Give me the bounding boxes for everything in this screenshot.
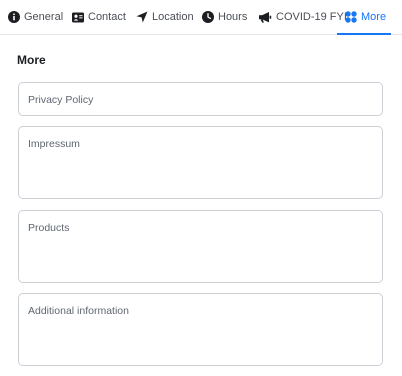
tab-bar: General Contact Location Hours COVID-19 … <box>0 0 402 35</box>
contact-card-icon <box>72 12 84 23</box>
privacy-policy-placeholder: Privacy Policy <box>28 94 94 106</box>
products-field[interactable]: Products <box>18 210 383 283</box>
tab-location[interactable]: Location <box>136 0 194 34</box>
impressum-placeholder: Impressum <box>28 138 80 150</box>
clock-icon <box>202 11 214 23</box>
section-title: More <box>17 53 46 67</box>
megaphone-icon <box>259 11 272 23</box>
additional-information-placeholder: Additional information <box>28 305 129 317</box>
tab-general[interactable]: General <box>8 0 63 34</box>
tab-hours[interactable]: Hours <box>202 0 247 34</box>
impressum-field[interactable]: Impressum <box>18 126 383 199</box>
tab-general-label: General <box>24 11 64 23</box>
tab-covid[interactable]: COVID-19 FYI <box>259 0 347 34</box>
privacy-policy-field[interactable]: Privacy Policy <box>18 82 383 116</box>
tab-more[interactable]: More <box>337 0 391 35</box>
grid-dots-icon <box>345 11 357 23</box>
info-icon <box>8 11 20 23</box>
tab-hours-label: Hours <box>218 11 248 23</box>
products-placeholder: Products <box>28 222 70 234</box>
tab-location-label: Location <box>152 11 194 23</box>
tab-more-label: More <box>361 11 387 23</box>
active-tab-indicator <box>337 33 391 35</box>
additional-information-field[interactable]: Additional information <box>18 293 383 366</box>
tab-contact-label: Contact <box>88 11 126 23</box>
location-arrow-icon <box>136 11 148 23</box>
tab-contact[interactable]: Contact <box>72 0 126 34</box>
